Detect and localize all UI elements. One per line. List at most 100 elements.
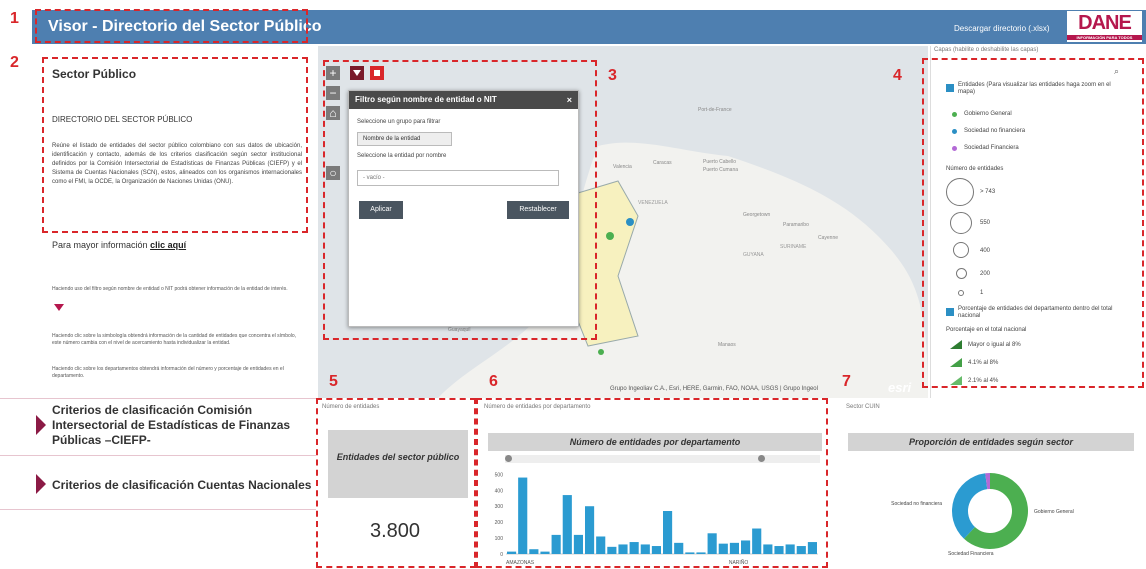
bar[interactable] [629, 542, 639, 554]
criteria-ciefp-item[interactable]: Criterios de clasificación Comisión Inte… [0, 398, 316, 456]
slider-handle[interactable] [505, 455, 512, 462]
bar[interactable] [707, 533, 717, 554]
bar[interactable] [685, 552, 695, 554]
bar[interactable] [585, 506, 595, 554]
map-label: Puerto Cabello [703, 159, 736, 165]
bar[interactable] [640, 544, 650, 554]
filter-dialog-title: Filtro según nombre de entidad o NIT [355, 95, 497, 104]
y-tick-label: 200 [495, 520, 504, 526]
bar[interactable] [674, 542, 684, 554]
annotation-number: 7 [842, 373, 851, 390]
map-attribution: Grupo Ingeoliav C.A., Esri, HERE, Garmin… [610, 386, 818, 392]
total-value: 3.800 [370, 520, 421, 542]
bar[interactable] [573, 534, 583, 554]
app-title: Visor - Directorio del Sector Público [48, 18, 322, 35]
close-icon[interactable]: × [567, 91, 572, 109]
layer2-checkbox[interactable] [946, 308, 954, 316]
bar[interactable] [774, 546, 784, 554]
size-label: 1 [980, 290, 984, 296]
size-legend-title: Número de entidades [946, 166, 1004, 172]
locate-button[interactable]: ○ [326, 166, 340, 180]
bar[interactable] [562, 495, 572, 554]
bar[interactable] [651, 546, 661, 554]
help-departments-text: Haciendo clic sobre los departamentos ob… [52, 366, 284, 379]
legend-dot [952, 146, 957, 151]
map-label: Caracas [653, 160, 672, 166]
x-tick-label: AMAZONAS [506, 560, 535, 566]
bar[interactable] [763, 544, 773, 554]
bar[interactable] [796, 546, 806, 554]
filter-tool-button[interactable] [350, 66, 364, 80]
annotation-number: 2 [10, 54, 19, 71]
layer1-checkbox[interactable] [946, 84, 954, 92]
bar[interactable] [540, 551, 550, 554]
criteria-cuentas-item[interactable]: Criterios de clasificación Cuentas Nacio… [0, 462, 316, 510]
bar[interactable] [529, 549, 539, 554]
y-tick-label: 400 [495, 488, 504, 494]
legend-swatch [950, 358, 962, 367]
more-info-link[interactable]: clic aquí [150, 240, 186, 250]
donut-chart: Gobierno General Sociedad no financiera So… [891, 473, 1074, 557]
bars-range-slider[interactable] [505, 455, 820, 463]
donut-chart-title: Proporción de entidades según sector [848, 433, 1134, 451]
y-tick-label: 300 [495, 504, 504, 510]
criteria-cuentas-label: Criterios de clasificación Cuentas Nacio… [52, 478, 312, 492]
zoom-out-button[interactable]: − [326, 86, 340, 100]
map-label: Guayaquil [448, 327, 471, 333]
bar[interactable] [752, 528, 762, 554]
size-label: 550 [980, 220, 991, 226]
home-button[interactable]: ⌂ [326, 106, 340, 120]
bar[interactable] [729, 542, 739, 554]
bar[interactable] [518, 477, 528, 554]
legend-dot [952, 129, 957, 134]
total-title-box: Entidades del sector público [328, 430, 468, 498]
search-icon[interactable]: ⌕ [1114, 66, 1119, 77]
layers-caption: Capas (habilite o deshabilite las capas) [934, 47, 1039, 53]
map-label: Georgetown [743, 212, 770, 218]
annotation-number: 1 [10, 10, 19, 27]
bar[interactable] [596, 536, 606, 554]
bar[interactable] [551, 534, 561, 554]
entity-select-label: Seleccione la entidad por nombre [357, 153, 447, 159]
slider-handle[interactable] [758, 455, 765, 462]
legend-category-label: Sociedad no financiera [964, 128, 1026, 134]
bar[interactable] [663, 511, 673, 554]
bar[interactable] [607, 546, 617, 554]
size-label: > 743 [980, 189, 996, 195]
caret-right-icon [36, 474, 46, 494]
video-tool-button[interactable] [370, 66, 384, 80]
reset-button[interactable]: Restablecer [507, 201, 569, 219]
bar[interactable] [618, 544, 628, 554]
bar[interactable] [507, 551, 517, 554]
y-tick-label: 100 [495, 536, 504, 542]
bar[interactable] [718, 543, 728, 554]
directory-heading: DIRECTORIO DEL SECTOR PÚBLICO [52, 115, 193, 124]
sidebar-title: Sector Público [52, 67, 137, 81]
donut-slice[interactable] [952, 473, 988, 539]
y-tick-label: 500 [495, 472, 504, 478]
size-circle [958, 290, 964, 296]
entity-select[interactable]: - vacío - [357, 170, 559, 186]
bar[interactable] [807, 542, 817, 554]
slice-label: Sociedad no financiera [891, 501, 942, 507]
size-label: 200 [980, 271, 991, 277]
bar[interactable] [741, 540, 751, 554]
more-info-text: Para mayor información [52, 240, 148, 250]
bar[interactable] [785, 544, 795, 554]
layer2-title: Porcentaje de entidades del departamento… [958, 306, 1113, 319]
caret-right-icon [36, 415, 46, 435]
y-tick-label: 0 [500, 552, 503, 558]
group-select-label: Seleccione un grupo para filtrar [357, 119, 441, 125]
apply-button[interactable]: Aplicar [359, 201, 403, 219]
bar[interactable] [696, 552, 706, 554]
group-select[interactable]: Nombre de la entidad [357, 132, 452, 146]
size-circle [953, 242, 969, 258]
legend-category-label: Gobierno General [964, 111, 1012, 117]
dane-logo: DANE INFORMACIÓN PARA TODOS [1067, 11, 1142, 42]
x-tick-label: NARIÑO [729, 559, 749, 566]
bars-chart: 0 100 200 300 400 500 AMAZONAS NARIÑO [495, 472, 818, 566]
download-directory-link[interactable]: Descargar directorio (.xlsx) [954, 24, 1050, 33]
layer1-title: Entidades (Para visualizar las entidades… [958, 82, 1111, 95]
zoom-in-button[interactable]: + [326, 66, 340, 80]
legend-category-label: Sociedad Financiera [964, 145, 1019, 151]
